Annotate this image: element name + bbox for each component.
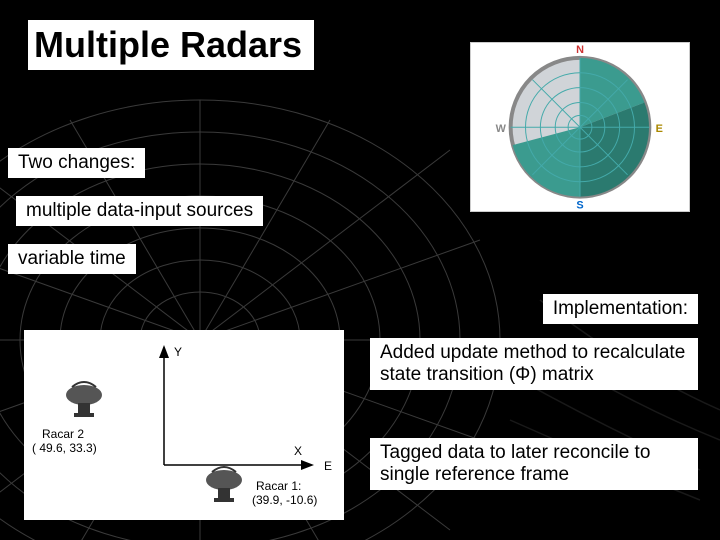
bullet-two-changes: Two changes:: [8, 148, 145, 178]
radar2-coords: ( 49.6, 33.3): [32, 441, 97, 455]
east-marker: E: [324, 459, 332, 473]
bullet-variable-time: variable time: [8, 244, 136, 274]
axis-y-label: Y: [174, 345, 182, 359]
slide-title: Multiple Radars: [28, 20, 314, 70]
radar1-coords: (39.9, -10.6): [252, 493, 317, 507]
radar2-name: Racar 2: [42, 427, 84, 441]
bullet-multi-input: multiple data-input sources: [16, 196, 263, 226]
bullet-update-method: Added update method to recalculate state…: [370, 338, 698, 390]
compass-w: W: [496, 123, 507, 135]
compass-n: N: [576, 44, 584, 56]
radar1-name: Racar 1:: [256, 479, 301, 493]
bullet-implementation: Implementation:: [543, 294, 698, 324]
compass-e: E: [656, 123, 663, 135]
radar-scope-figure: N S E W: [470, 42, 690, 212]
radar-positions-figure: Y X E Racar 2 ( 49.6, 33.3) Racar 1: (39…: [24, 330, 344, 520]
compass-s: S: [576, 199, 583, 211]
bullet-tagged-data: Tagged data to later reconcile to single…: [370, 438, 698, 490]
axis-x-label: X: [294, 444, 302, 458]
